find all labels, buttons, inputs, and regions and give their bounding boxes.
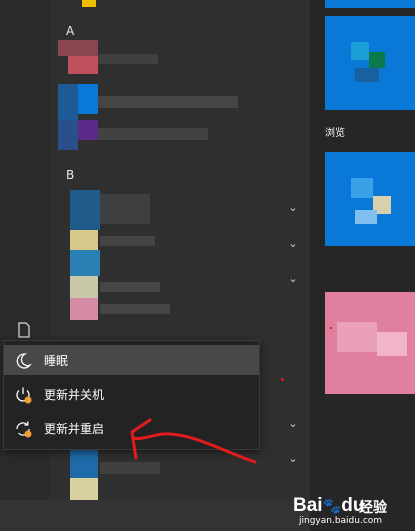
taskbar [0, 500, 310, 531]
moon-icon [14, 352, 32, 370]
watermark-logo: Bai🐾du [293, 495, 365, 516]
update-and-shutdown-menu-item[interactable]: 更新并关机 [4, 379, 259, 409]
app-icon [82, 0, 96, 7]
chevron-down-icon[interactable]: ⌄ [287, 238, 299, 250]
app-tile[interactable] [325, 152, 415, 246]
chevron-down-icon[interactable]: ⌄ [287, 418, 299, 430]
app-tile[interactable] [325, 16, 415, 110]
power-menu: 睡眠 更新并关机 更新并重启 [3, 340, 260, 450]
restart-update-icon [14, 420, 32, 438]
update-and-shutdown-label: 更新并关机 [44, 388, 105, 402]
watermark-jingyan: 经验 [359, 500, 387, 516]
chevron-down-icon[interactable]: ⌄ [287, 202, 299, 214]
watermark-url: jingyan.baidu.com [299, 516, 383, 526]
list-item[interactable] [60, 190, 260, 330]
documents-icon[interactable] [16, 322, 32, 338]
app-tile[interactable] [325, 292, 415, 394]
tile-label: 浏览 [325, 128, 345, 139]
chevron-down-icon[interactable]: ⌄ [287, 273, 299, 285]
list-item[interactable] [58, 84, 248, 154]
update-and-restart-menu-item[interactable]: 更新并重启 [4, 413, 259, 443]
sleep-label: 睡眠 [44, 354, 69, 368]
list-item[interactable] [58, 40, 168, 80]
section-letter-b[interactable]: B [66, 168, 74, 182]
app-tile[interactable] [325, 0, 415, 8]
update-and-restart-label: 更新并重启 [44, 422, 105, 436]
sleep-menu-item[interactable]: 睡眠 [4, 345, 259, 375]
section-letter-a[interactable]: A [66, 24, 74, 38]
start-left-rail [0, 0, 50, 531]
baidu-jingyan-watermark: Bai🐾du 经验 jingyan.baidu.com [293, 493, 411, 529]
annotation-dot [330, 327, 332, 329]
power-update-icon [14, 386, 32, 404]
annotation-dot [281, 378, 284, 381]
chevron-down-icon[interactable]: ⌄ [287, 453, 299, 465]
